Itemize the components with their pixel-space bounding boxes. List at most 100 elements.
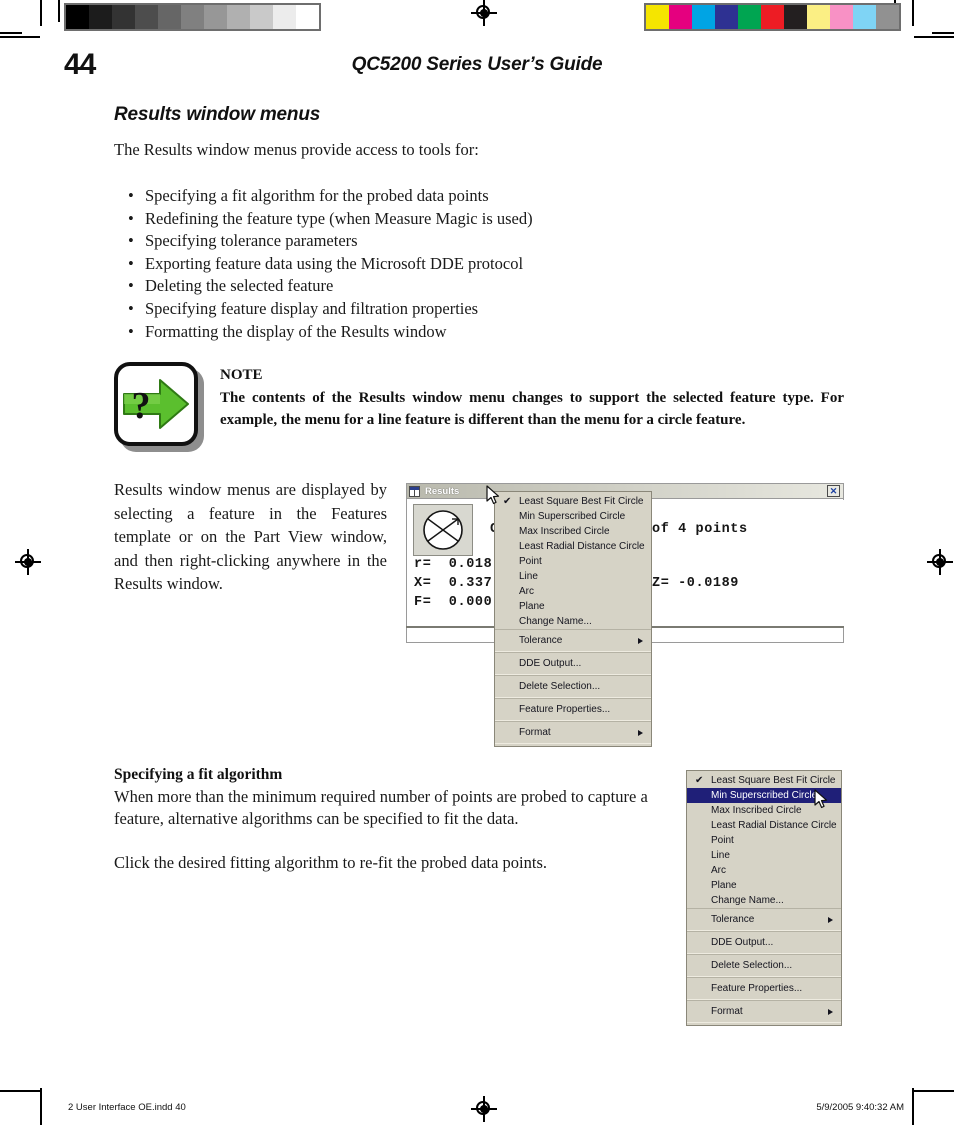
bullet-item: • Formatting the display of the Results w… [114,321,840,344]
calibration-swatch [89,5,112,29]
note-body: The contents of the Results window menu … [220,389,844,429]
menu-item[interactable]: Min Superscribed Circle [687,788,841,803]
menu-item[interactable]: Tolerance [687,908,841,931]
menu-item-label: Max Inscribed Circle [711,805,802,816]
results-value-r: r= 0.018 [414,557,493,572]
menu-item[interactable]: Line [495,569,651,584]
menu-item[interactable]: ✔ Least Square Best Fit Circle [687,773,841,788]
page-bottom-rule-left [0,1090,40,1092]
svg-text:?: ? [132,385,151,427]
menu-item[interactable]: Change Name... [495,614,651,629]
menu-item[interactable]: Delete Selection... [495,675,651,698]
calibration-swatch [135,5,158,29]
bullet-glyph: • [128,253,134,273]
registration-mark-right-center [927,549,953,575]
calibration-swatch [227,5,250,29]
bullet-label: Specifying a fit algorithm for the probe… [145,186,489,205]
crop-mark-bottom-right-vertical [912,1088,914,1125]
menu-item-label: Plane [519,601,545,612]
menu-item[interactable]: Least Radial Distance Circle [495,539,651,554]
menu-item[interactable]: DDE Output... [495,652,651,675]
bullet-label: Deleting the selected feature [145,276,334,296]
footer-timestamp: 5/9/2005 9:40:32 AM [816,1102,904,1113]
crop-mark-top-left-vertical [40,0,42,26]
calibration-swatch [830,5,853,29]
results-window-title: Results [425,485,460,497]
menu-item[interactable]: Max Inscribed Circle [495,524,651,539]
menu-item[interactable]: Feature Properties... [495,698,651,721]
menu-item-label: Least Radial Distance Circle [711,820,837,831]
menu-item-label: Change Name... [519,616,592,627]
fit-algorithm-paragraph-1: When more than the minimum required numb… [114,787,648,828]
note-text-wrap: NOTE The contents of the Results window … [220,364,844,432]
bullet-label: Specifying tolerance parameters [145,231,358,251]
close-icon[interactable]: ✕ [827,485,840,497]
bullet-item: • Deleting the selected feature [114,275,840,298]
menu-item[interactable]: Feature Properties... [687,977,841,1000]
note-label: NOTE [220,367,263,383]
calibration-swatch [181,5,204,29]
main-content: Results window menus The Results window … [114,104,840,343]
menu-item[interactable]: Tolerance [495,629,651,652]
menu-item-label: Feature Properties... [711,983,803,994]
calibration-swatch [204,5,227,29]
menu-item[interactable]: Min Superscribed Circle [495,509,651,524]
fit-algorithm-title: Specifying a fit algorithm [114,766,283,783]
calibration-swatch [738,5,761,29]
menu-item-label: DDE Output... [711,937,774,948]
menu-item[interactable]: Plane [495,599,651,614]
running-head-title: QC5200 Series User’s Guide [351,54,603,75]
crop-mark-top-left-vertical-inner [58,0,60,22]
submenu-arrow-icon [828,916,833,923]
bullet-label: Redefining the feature type (when Measur… [145,208,533,228]
calibration-swatch [784,5,807,29]
bullet-glyph: • [128,298,134,318]
menu-item-label: Arc [711,865,726,876]
results-context-menu[interactable]: ✔ Least Square Best Fit Circle Min Supersc… [494,491,652,747]
calibration-swatch [692,5,715,29]
calibration-swatch [715,5,738,29]
bullet-label: Formatting the display of the Results wi… [145,321,447,341]
bullet-glyph: • [128,321,134,341]
menu-item-label: Tolerance [711,914,755,925]
menu-item[interactable]: Arc [495,584,651,599]
menu-item[interactable]: Delete Selection... [687,954,841,977]
registration-mark-left-center [15,549,41,575]
note-arrow-question-icon: ? [114,362,204,452]
menu-item[interactable]: Arc [687,863,841,878]
menu-item[interactable]: ✔ Least Square Best Fit Circle [495,494,651,509]
menu-item[interactable]: Least Radial Distance Circle [687,818,841,833]
bullet-item: • Redefining the feature type (when Measu… [114,208,840,231]
figure2-context-menu-screenshot[interactable]: ✔ Least Square Best Fit Circle Min Supersc… [686,770,842,1026]
menu-item[interactable]: Line [687,848,841,863]
bullet-item: • Exporting feature data using the Micros… [114,253,840,276]
registration-mark-top-center [471,0,497,26]
figure1-caption: Results window menus are displayed by se… [114,480,387,593]
crop-mark-bottom-left-vertical [40,1088,42,1125]
bullet-item: • Specifying tolerance parameters [114,230,840,253]
page-top-rule-left [0,36,40,38]
footer-filename: 2 User Interface OE.indd 40 [68,1102,186,1113]
calibration-swatch [646,5,669,29]
menu-item-label: Format [519,727,551,738]
menu-item[interactable]: Max Inscribed Circle [687,803,841,818]
menu-item[interactable]: Format [495,721,651,744]
submenu-arrow-icon [828,1008,833,1015]
menu-item[interactable]: Point [495,554,651,569]
menu-item-label: Change Name... [711,895,784,906]
menu-item[interactable]: Change Name... [687,893,841,908]
menu-item[interactable]: Point [687,833,841,848]
calibration-swatch [876,5,899,29]
bullet-list: • Specifying a fit algorithm for the prob… [114,185,840,343]
menu-item[interactable]: Plane [687,878,841,893]
menu-item-label: Least Square Best Fit Circle [711,775,836,786]
section-title: Results window menus [114,104,321,125]
results-app-icon [409,485,420,497]
menu-item[interactable]: DDE Output... [687,931,841,954]
menu-item-label: DDE Output... [519,658,582,669]
bullet-glyph: • [128,186,134,205]
menu-item[interactable]: Format [687,1000,841,1023]
menu-item-label: Min Superscribed Circle [711,790,818,801]
menu-item-label: Plane [711,880,737,891]
registration-mark-bottom-center [471,1096,497,1122]
